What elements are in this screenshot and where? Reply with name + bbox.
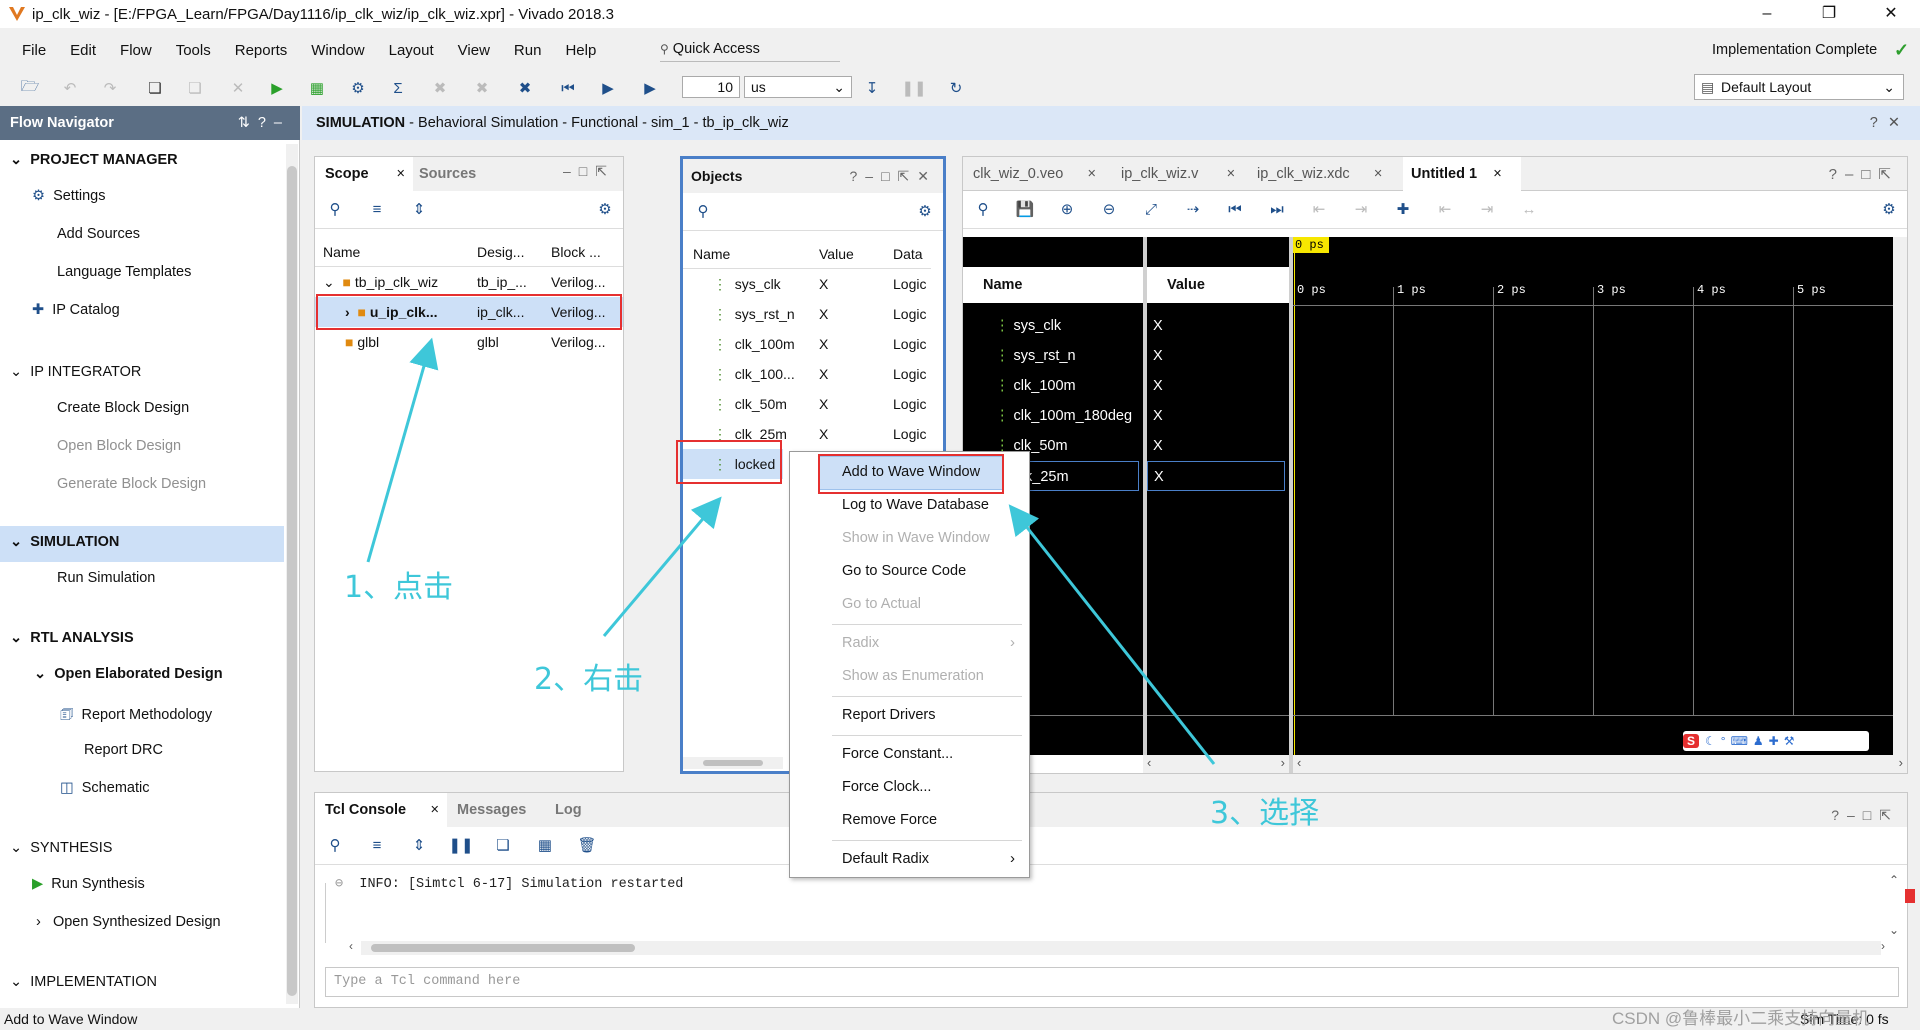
arrow-1 [366,337,439,563]
csdn-watermark: CSDN @鲁棒最小二乘支持向量机 [1612,1009,1870,1028]
annotation-arrows [366,337,1216,765]
annotation-step-3: 3、选择 [1210,796,1320,831]
status-left: Add to Wave Window [4,1011,138,1027]
status-bar: Add to Wave Window Sim Time: 0 fs CSDN @… [0,1008,1920,1030]
annotation-step-2: 2、右击 [534,662,644,697]
annotation-step-1: 1、点击 [344,570,454,605]
arrow-2 [602,496,722,637]
arrow-3 [1008,504,1216,765]
